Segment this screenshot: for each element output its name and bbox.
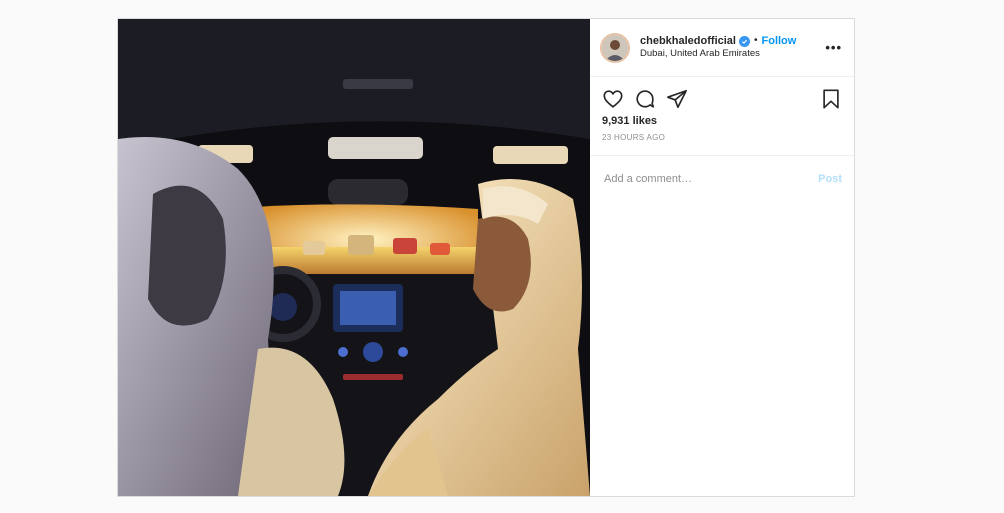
comment-input[interactable] bbox=[602, 171, 819, 186]
more-options-button[interactable]: ••• bbox=[825, 40, 842, 55]
location-link[interactable]: Dubai, United Arab Emirates bbox=[640, 48, 825, 60]
avatar-image bbox=[602, 34, 628, 61]
verified-badge-icon bbox=[738, 36, 750, 48]
post-sidebar: chebkhaledofficial • Follow Dubai, Unite… bbox=[590, 19, 854, 496]
heart-icon[interactable] bbox=[602, 88, 624, 110]
comment-icon[interactable] bbox=[634, 88, 656, 110]
paper-plane-icon[interactable] bbox=[666, 88, 688, 110]
post-comment-button[interactable]: Post bbox=[818, 173, 842, 185]
avatar[interactable] bbox=[600, 32, 630, 63]
post-timestamp[interactable]: 23 HOURS AGO bbox=[590, 133, 854, 142]
likes-count[interactable]: 9,931 likes bbox=[590, 115, 854, 127]
follow-button[interactable]: Follow bbox=[762, 35, 797, 49]
bookmark-icon[interactable] bbox=[820, 88, 842, 110]
post-header: chebkhaledofficial • Follow Dubai, Unite… bbox=[590, 19, 854, 77]
post-card: chebkhaledofficial • Follow Dubai, Unite… bbox=[117, 18, 855, 497]
car-interior-image bbox=[118, 19, 590, 496]
header-text: chebkhaledofficial • Follow Dubai, Unite… bbox=[640, 35, 825, 61]
username-link[interactable]: chebkhaledofficial bbox=[640, 35, 736, 49]
post-photo[interactable] bbox=[118, 19, 590, 496]
separator-dot: • bbox=[753, 35, 758, 47]
action-bar bbox=[590, 79, 854, 119]
header-row: chebkhaledofficial • Follow bbox=[640, 35, 825, 49]
comment-bar: Post bbox=[590, 155, 854, 201]
